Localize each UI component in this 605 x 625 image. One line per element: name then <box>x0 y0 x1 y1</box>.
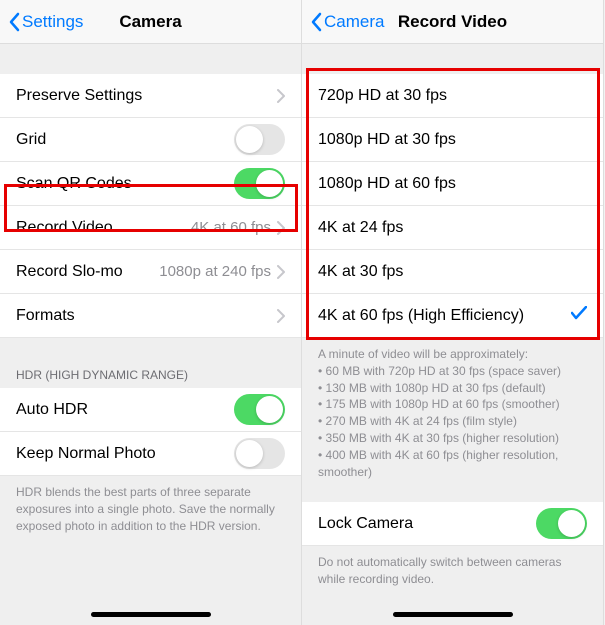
footer-bullet: 60 MB with 720p HD at 30 fps (space save… <box>318 363 587 380</box>
option-label: 4K at 24 fps <box>318 219 587 237</box>
footer-bullet: 130 MB with 1080p HD at 30 fps (default) <box>318 380 587 397</box>
back-label: Camera <box>324 12 384 32</box>
footer-intro: A minute of video will be approximately: <box>318 346 587 363</box>
formats-row[interactable]: Formats <box>0 294 301 338</box>
chevron-right-icon <box>277 89 285 103</box>
lock-camera-footer: Do not automatically switch between came… <box>302 546 603 596</box>
lock-camera-toggle[interactable] <box>536 508 587 539</box>
footer-bullet: 175 MB with 1080p HD at 60 fps (smoother… <box>318 396 587 413</box>
row-label: Preserve Settings <box>16 87 277 105</box>
content-area: Preserve Settings Grid Scan QR Codes Rec… <box>0 44 301 625</box>
scan-qr-toggle[interactable] <box>234 168 285 199</box>
navbar: Camera Record Video <box>302 0 603 44</box>
row-label: Record Video <box>16 219 191 237</box>
row-label: Grid <box>16 131 234 149</box>
row-label: Record Slo-mo <box>16 263 159 281</box>
home-indicator <box>393 612 513 617</box>
row-value: 1080p at 240 fps <box>159 263 271 280</box>
footer-bullet: 350 MB with 4K at 30 fps (higher resolut… <box>318 430 587 447</box>
option-label: 4K at 30 fps <box>318 263 587 281</box>
keep-normal-toggle[interactable] <box>234 438 285 469</box>
camera-settings-screen: Settings Camera Preserve Settings Grid S… <box>0 0 302 625</box>
row-label: Lock Camera <box>318 515 536 533</box>
row-label: Keep Normal Photo <box>16 445 234 463</box>
option-1080p-30[interactable]: 1080p HD at 30 fps <box>302 118 603 162</box>
keep-normal-photo-row[interactable]: Keep Normal Photo <box>0 432 301 476</box>
chevron-left-icon <box>8 12 20 32</box>
record-slomo-row[interactable]: Record Slo-mo 1080p at 240 fps <box>0 250 301 294</box>
navbar: Settings Camera <box>0 0 301 44</box>
option-4k-30[interactable]: 4K at 30 fps <box>302 250 603 294</box>
auto-hdr-toggle[interactable] <box>234 394 285 425</box>
row-label: Auto HDR <box>16 401 234 419</box>
chevron-right-icon <box>277 309 285 323</box>
chevron-right-icon <box>277 265 285 279</box>
option-4k-24[interactable]: 4K at 24 fps <box>302 206 603 250</box>
option-label: 1080p HD at 30 fps <box>318 131 587 149</box>
back-label: Settings <box>22 12 83 32</box>
option-720p-30[interactable]: 720p HD at 30 fps <box>302 74 603 118</box>
hdr-footer-text: HDR blends the best parts of three separ… <box>0 476 301 542</box>
content-area: 720p HD at 30 fps 1080p HD at 30 fps 108… <box>302 44 603 625</box>
footer-bullet: 400 MB with 4K at 60 fps (higher resolut… <box>318 447 587 481</box>
size-footer-text: A minute of video will be approximately:… <box>302 338 603 488</box>
home-indicator <box>91 612 211 617</box>
check-icon <box>571 306 587 325</box>
row-label: Formats <box>16 307 277 325</box>
option-label: 720p HD at 30 fps <box>318 87 587 105</box>
row-value: 4K at 60 fps <box>191 219 271 236</box>
record-video-screen: Camera Record Video 720p HD at 30 fps 10… <box>302 0 604 625</box>
back-button[interactable]: Camera <box>310 12 384 32</box>
row-label: Scan QR Codes <box>16 175 234 193</box>
scan-qr-row[interactable]: Scan QR Codes <box>0 162 301 206</box>
back-button[interactable]: Settings <box>8 12 83 32</box>
chevron-right-icon <box>277 221 285 235</box>
option-4k-60[interactable]: 4K at 60 fps (High Efficiency) <box>302 294 603 338</box>
option-label: 1080p HD at 60 fps <box>318 175 587 193</box>
grid-toggle[interactable] <box>234 124 285 155</box>
lock-camera-row[interactable]: Lock Camera <box>302 502 603 546</box>
hdr-section-header: HDR (HIGH DYNAMIC RANGE) <box>0 362 301 388</box>
footer-bullet: 270 MB with 4K at 24 fps (film style) <box>318 413 587 430</box>
chevron-left-icon <box>310 12 322 32</box>
option-1080p-60[interactable]: 1080p HD at 60 fps <box>302 162 603 206</box>
grid-row[interactable]: Grid <box>0 118 301 162</box>
record-video-row[interactable]: Record Video 4K at 60 fps <box>0 206 301 250</box>
auto-hdr-row[interactable]: Auto HDR <box>0 388 301 432</box>
preserve-settings-row[interactable]: Preserve Settings <box>0 74 301 118</box>
option-label: 4K at 60 fps (High Efficiency) <box>318 307 571 325</box>
